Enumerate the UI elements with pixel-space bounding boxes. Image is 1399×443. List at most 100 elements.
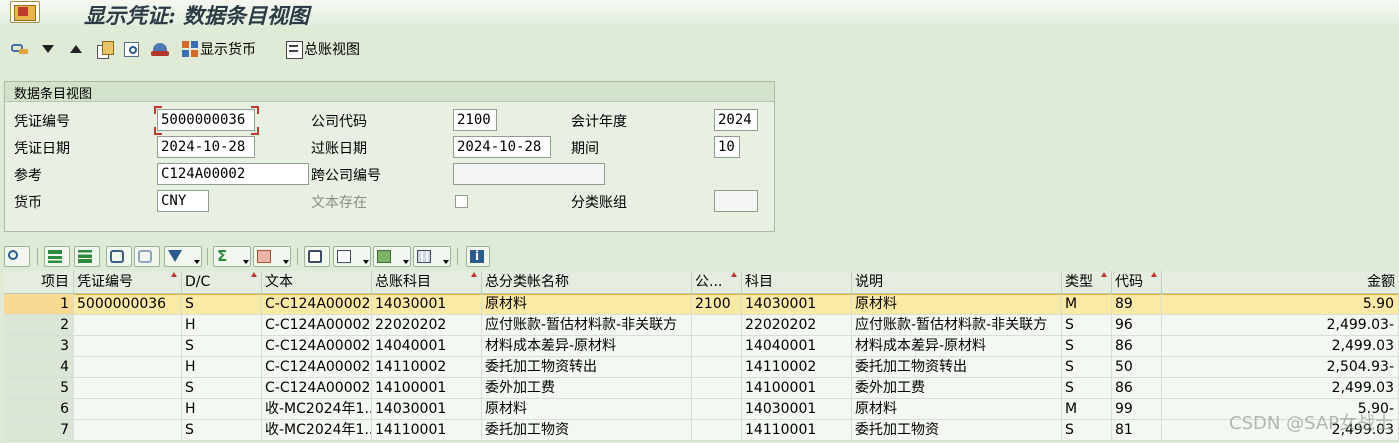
export-button[interactable]	[373, 246, 411, 267]
cell-type: M	[1062, 399, 1112, 420]
reference-field[interactable]: C124A00002	[157, 163, 309, 185]
col-header-account[interactable]: 科目	[742, 271, 852, 293]
col-header-doc-no[interactable]: 凭证编号	[74, 271, 182, 293]
doc-date-field[interactable]: 2024-10-28	[157, 136, 255, 158]
cell-item: 2	[4, 315, 74, 336]
cell-account: 14110001	[742, 420, 852, 441]
cell-code: 86	[1112, 378, 1162, 399]
cell-gl-name: 原材料	[482, 399, 692, 420]
cell-doc-no	[74, 399, 182, 420]
table-row[interactable]: 5 S C-C124A00002... 14100001 委外加工费 14100…	[4, 378, 1399, 399]
watermark: CSDN @SAP女战士	[1229, 413, 1393, 434]
export-icon	[377, 250, 391, 263]
col-header-amount[interactable]: 金额	[1162, 271, 1399, 293]
cell-doc-no	[74, 315, 182, 336]
application-toolbar: 显示货币 总账视图	[0, 34, 1399, 64]
document-overview-button[interactable]	[94, 38, 114, 60]
gl-view-label: 总账视图	[304, 42, 360, 58]
print-icon	[308, 250, 322, 263]
next-document-button[interactable]	[38, 38, 58, 60]
cross-cc-label: 跨公司编号	[311, 168, 381, 184]
company-code-field[interactable]: 2100	[453, 109, 497, 131]
cell-text: C-C124A00002...	[262, 378, 372, 399]
cell-company	[692, 357, 742, 378]
grid-toolbar: Σ i	[0, 243, 1399, 270]
cell-company	[692, 399, 742, 420]
views-button[interactable]	[333, 246, 371, 267]
cell-code: 89	[1112, 294, 1162, 315]
find-next-icon	[138, 250, 152, 263]
table-row[interactable]: 7 S 收-MC2024年1... 14110001 委托加工物资 141100…	[4, 420, 1399, 441]
cell-description: 原材料	[852, 399, 1062, 420]
table-row[interactable]: 3 S C-C124A00002... 14040001 材料成本差异-原材料 …	[4, 336, 1399, 357]
table-row[interactable]: 4 H C-C124A00002... 14110002 委托加工物资转出 14…	[4, 357, 1399, 378]
filter-icon	[168, 250, 182, 262]
ledger-group-label: 分类账组	[571, 195, 627, 211]
previous-document-button[interactable]	[66, 38, 86, 60]
cell-account: 22020202	[742, 315, 852, 336]
table-row[interactable]: 1 5000000036 S C-C124A00002... 14030001 …	[4, 294, 1399, 315]
filter-button[interactable]	[164, 246, 202, 267]
col-header-type[interactable]: 类型	[1062, 271, 1112, 293]
cell-company	[692, 336, 742, 357]
cell-type: S	[1062, 315, 1112, 336]
cell-description: 原材料	[852, 294, 1062, 315]
cell-code: 96	[1112, 315, 1162, 336]
select-icon	[10, 39, 30, 59]
select-layout-button[interactable]	[10, 38, 30, 60]
text-exists-checkbox[interactable]	[455, 195, 468, 208]
col-header-gl-name[interactable]: 总分类帐名称	[482, 271, 692, 293]
cell-type: S	[1062, 357, 1112, 378]
separator	[37, 248, 38, 265]
cell-doc-no	[74, 336, 182, 357]
col-header-code[interactable]: 代码	[1112, 271, 1162, 293]
table-row[interactable]: 6 H 收-MC2024年1... 14030001 原材料 14030001 …	[4, 399, 1399, 420]
details-button[interactable]	[4, 246, 30, 267]
col-header-item[interactable]: 项目	[4, 271, 74, 293]
header-button[interactable]	[150, 38, 170, 60]
doc-no-field[interactable]: 5000000036	[157, 109, 255, 131]
layout-button[interactable]	[413, 246, 451, 267]
cell-type: M	[1062, 294, 1112, 315]
info-button[interactable]: i	[466, 246, 490, 267]
print-button[interactable]	[304, 246, 330, 267]
cell-doc-no	[74, 378, 182, 399]
arrow-down-icon	[42, 45, 54, 53]
fiscal-year-label: 会计年度	[571, 114, 627, 130]
documents-icon	[94, 39, 114, 59]
cross-cc-field[interactable]	[453, 163, 605, 185]
app-menu-icon[interactable]	[10, 1, 40, 23]
col-header-text[interactable]: 文本	[262, 271, 372, 293]
col-header-gl-account[interactable]: 总账科目	[372, 271, 482, 293]
focus-marker-bl	[154, 127, 162, 135]
cell-gl-account: 14100001	[372, 378, 482, 399]
currency-field[interactable]: CNY	[157, 190, 209, 212]
company-code-label: 公司代码	[311, 114, 367, 130]
sort-ascending-icon	[48, 250, 62, 263]
find-button[interactable]	[106, 246, 132, 267]
col-header-company[interactable]: 公...	[692, 271, 742, 293]
sort-descending-button[interactable]	[74, 246, 100, 267]
line-items-grid: 项目 凭证编号 D/C 文本 总账科目 总分类帐名称 公... 科目 说明 类型…	[4, 271, 1399, 443]
col-header-dc[interactable]: D/C	[182, 271, 262, 293]
sort-ascending-button[interactable]	[44, 246, 70, 267]
cell-description: 委托加工物资	[852, 420, 1062, 441]
table-row[interactable]: 2 H C-C124A00002... 22020202 应付账款-暂估材料款-…	[4, 315, 1399, 336]
cell-gl-name: 委托加工物资转出	[482, 357, 692, 378]
gl-view-button[interactable]: 总账视图	[284, 38, 360, 60]
posting-date-field[interactable]: 2024-10-28	[453, 136, 551, 158]
total-button[interactable]: Σ	[213, 246, 251, 267]
display-details-button[interactable]	[122, 38, 142, 60]
binoculars-icon	[110, 250, 124, 263]
fiscal-year-field[interactable]: 2024	[714, 109, 758, 131]
show-currency-button[interactable]: 显示货币	[180, 38, 256, 60]
sort-descending-icon	[78, 250, 92, 263]
posting-date-label: 过账日期	[311, 141, 367, 157]
col-header-description[interactable]: 说明	[852, 271, 1062, 293]
cell-description: 委托加工物资转出	[852, 357, 1062, 378]
header-data-panel: 数据条目视图 凭证编号 5000000036 公司代码 2100 会计年度 20…	[4, 81, 775, 232]
subtotal-button[interactable]	[253, 246, 291, 267]
period-field[interactable]: 10	[714, 136, 740, 158]
ledger-group-field[interactable]	[714, 190, 758, 212]
find-next-button[interactable]	[134, 246, 160, 267]
